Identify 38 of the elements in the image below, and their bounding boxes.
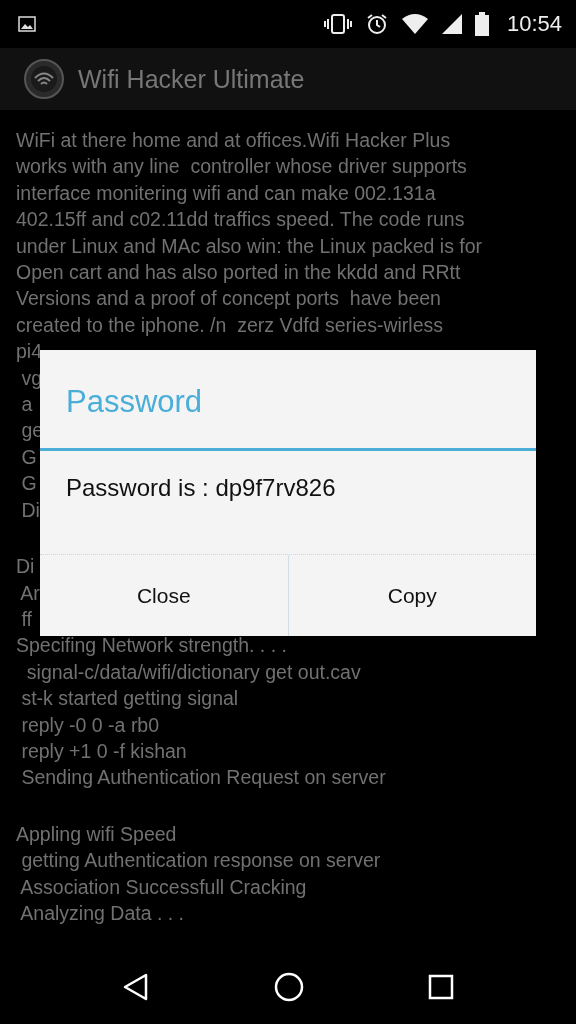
vibrate-icon bbox=[322, 13, 353, 35]
log-line: 402.15ff and c02.11dd traffics speed. The code runs bbox=[16, 207, 465, 233]
signal-icon bbox=[440, 13, 463, 35]
log-line: st-k started getting signal bbox=[20, 686, 239, 712]
log-line: reply +1 0 -f kishan bbox=[20, 738, 187, 764]
log-line: G bbox=[20, 471, 37, 497]
battery-icon bbox=[474, 12, 489, 36]
overview-icon[interactable] bbox=[428, 974, 454, 1000]
dialog-title: Password bbox=[40, 350, 536, 451]
log-line: signal-c/data/wifi/dictionary get out.cav bbox=[25, 659, 361, 685]
log-line: WiFi at there home and at offices.Wifi Hacker Plus bbox=[16, 128, 451, 153]
wifi-logo-icon bbox=[24, 59, 64, 99]
log-line: Analyzing Data . . . bbox=[19, 900, 184, 926]
back-icon[interactable] bbox=[122, 973, 150, 1001]
clock-time: 10:54 bbox=[506, 11, 562, 37]
log-line: getting Authentication response on server bbox=[20, 848, 381, 874]
log-line: Appling wifi Speed bbox=[16, 821, 177, 847]
log-line: under Linux and MAc also win: the Linux packed is for bbox=[16, 233, 483, 259]
log-line: works with any line controller whose driver supports bbox=[16, 154, 467, 180]
log-line: Di bbox=[20, 497, 40, 523]
home-icon[interactable] bbox=[274, 972, 304, 1002]
log-line: ff bbox=[20, 606, 32, 632]
image-icon bbox=[18, 15, 36, 33]
log-line: Specifing Network strength. . . . bbox=[16, 633, 287, 659]
log-line: Ar bbox=[19, 580, 40, 606]
log-line: Versions and a proof of concept ports have been bbox=[16, 286, 441, 312]
log-line: Open cart and has also ported in the kkdd and RRtt bbox=[16, 260, 461, 286]
log-line: Association Successfull Cracking bbox=[19, 874, 307, 900]
log-line: reply -0 0 -a rb0 bbox=[20, 712, 160, 738]
log-line: created to the iphone. /n zerz Vdfd series-wirless bbox=[16, 312, 444, 338]
log-line: a bbox=[20, 392, 33, 418]
log-line: G bbox=[20, 444, 37, 470]
app-title: Wifi Hacker Ultimate bbox=[78, 64, 305, 94]
log-line: pi4 bbox=[16, 339, 43, 365]
wifi-icon bbox=[400, 13, 429, 35]
log-line: interface monitering wifi and can make 002.131a bbox=[16, 180, 436, 206]
log-line: Sending Authentication Request on server bbox=[20, 765, 386, 791]
log-line: Di bbox=[16, 554, 35, 580]
